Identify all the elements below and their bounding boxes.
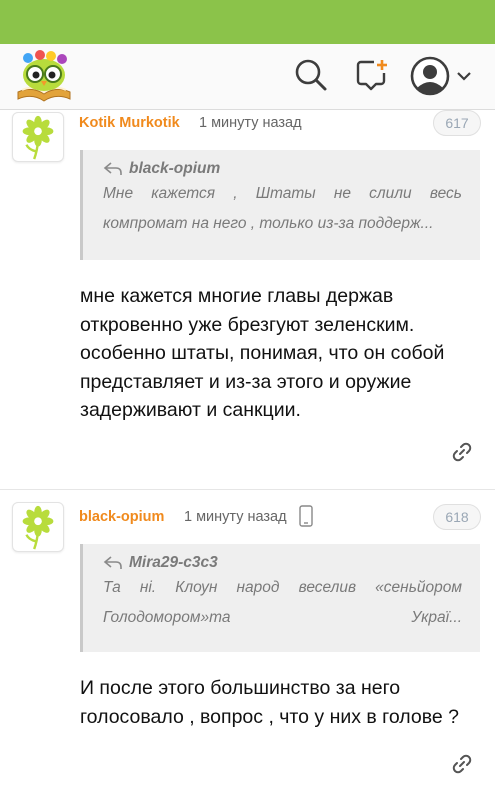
- quoted-comment[interactable]: Mira29-c3c3 Та ні. Клоун народ веселив «…: [80, 544, 480, 652]
- comment-text-line: представляет и из-за этого и оружие: [80, 370, 412, 393]
- comment-text-line: голосовало , вопрос , что у них в голове…: [80, 705, 459, 728]
- link-icon[interactable]: [450, 440, 474, 464]
- site-header: [0, 44, 495, 110]
- quote-word: Голодомором»та: [103, 609, 231, 626]
- reply-arrow-icon: [103, 556, 122, 569]
- quote-word: не: [333, 185, 351, 202]
- comment-text-line: мне кажется многие главы держав: [80, 285, 394, 307]
- flower-avatar[interactable]: [12, 502, 64, 552]
- comment-text-line: И после этого большинство за него: [80, 677, 401, 699]
- quote-author: black-opium: [129, 160, 221, 177]
- quote-text-line1: Мне кажется , Штаты не слили весь: [103, 180, 462, 208]
- comment-card: black-opium 1 минуту назад 618 Mira29-c3…: [0, 489, 495, 800]
- chevron-down-icon[interactable]: [456, 70, 472, 82]
- quote-word: веселив: [298, 579, 357, 596]
- quote-header: Mira29-c3c3: [103, 554, 462, 572]
- reply-arrow-icon: [103, 162, 122, 175]
- quote-word: Украї...: [411, 609, 462, 626]
- quote-word: ні.: [139, 579, 157, 596]
- top-status-bar: [0, 0, 495, 44]
- link-icon[interactable]: [450, 752, 474, 776]
- comment-author[interactable]: Kotik Murkotik: [79, 115, 180, 131]
- comment-text: мне кажется многие главы держав откровен…: [80, 282, 480, 425]
- comment-text-line: задерживают и санкции.: [80, 399, 301, 421]
- comment-author[interactable]: black-opium: [79, 509, 164, 525]
- owl-books-logo[interactable]: [14, 50, 74, 102]
- quote-word: весь: [429, 185, 462, 202]
- quote-text-line1: Та ні. Клоун народ веселив «сеньйором: [103, 574, 462, 602]
- user-menu[interactable]: [410, 56, 476, 96]
- comment-text-line: особенно штаты, понимая, что он собой: [80, 342, 445, 364]
- quote-word: Мне: [103, 185, 134, 202]
- quote-word: Клоун: [175, 579, 218, 596]
- quote-text-line2: компромат на него , только из-за поддерж…: [103, 215, 434, 232]
- quote-word: Та: [103, 579, 121, 596]
- comment-number-badge[interactable]: 618: [433, 504, 481, 530]
- quote-word: «сеньйором: [375, 579, 462, 596]
- comment-number-badge[interactable]: 617: [433, 110, 481, 136]
- search-icon[interactable]: [293, 57, 329, 93]
- comment-time: 1 минуту назад: [184, 509, 287, 525]
- comment-text-line: откровенно уже брезгуют зеленским.: [80, 313, 415, 336]
- quote-word: ,: [233, 185, 238, 202]
- quoted-comment[interactable]: black-opium Мне кажется , Штаты не слили…: [80, 150, 480, 260]
- flower-avatar[interactable]: [12, 112, 64, 162]
- quote-word: Штаты: [255, 185, 316, 202]
- comment-time: 1 минуту назад: [199, 115, 302, 131]
- comment-card: Kotik Murkotik 1 минуту назад 617 black-…: [0, 110, 495, 488]
- quote-word: народ: [236, 579, 280, 596]
- quote-word: слили: [369, 185, 412, 202]
- comment-text: И после этого большинство за него голосо…: [80, 674, 480, 731]
- quote-word: кажется: [151, 185, 216, 202]
- add-message-icon[interactable]: [354, 57, 390, 93]
- quote-header: black-opium: [103, 160, 462, 178]
- quote-text-line2: Голодомором»та Украї...: [103, 604, 462, 632]
- mobile-phone-icon: [299, 505, 313, 527]
- quote-author: Mira29-c3c3: [129, 554, 218, 571]
- user-avatar-icon[interactable]: [410, 56, 450, 96]
